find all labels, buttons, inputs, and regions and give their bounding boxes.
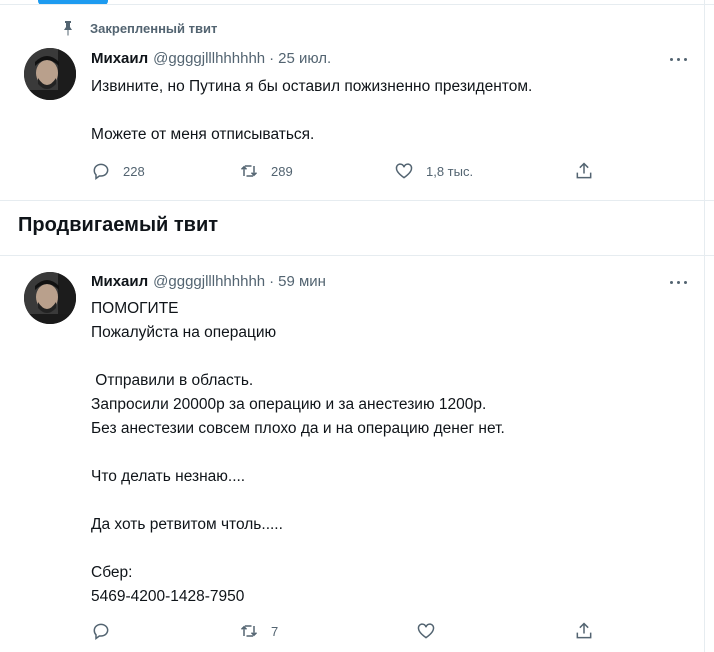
reply-button[interactable]: 228 xyxy=(91,161,145,181)
share-button[interactable] xyxy=(574,161,594,181)
share-icon xyxy=(576,622,592,639)
tweet-actions: 228 289 1,8 тыс. xyxy=(91,161,611,185)
tweet-actions: 7 xyxy=(91,621,611,645)
like-button[interactable]: 1,8 тыс. xyxy=(394,161,473,181)
column-border xyxy=(704,0,705,652)
top-bar xyxy=(0,0,714,8)
pinned-label: Закрепленный твит xyxy=(90,20,218,36)
avatar-image xyxy=(24,272,76,324)
retweet-count: 7 xyxy=(271,623,279,639)
tweet-divider xyxy=(0,200,714,201)
section-title: Продвигаемый твит xyxy=(18,214,219,236)
share-icon xyxy=(576,162,592,179)
tweet-text: Извините, но Путина я бы оставил пожизне… xyxy=(91,78,533,143)
separator: · xyxy=(269,50,275,67)
author-handle[interactable]: @ggggjlllhhhhhh xyxy=(153,50,265,67)
author-name[interactable]: Михаил xyxy=(91,50,148,67)
heart-icon xyxy=(395,163,413,179)
tweet-header: Михаил @ggggjlllhhhhhh · 59 мин xyxy=(91,273,326,290)
retweet-button[interactable]: 289 xyxy=(239,161,293,181)
pin-icon xyxy=(64,21,72,36)
heart-icon xyxy=(417,623,435,639)
tweet-text: ПОМОГИТЕ Пожалуйста на операцию Отправил… xyxy=(91,300,505,605)
like-count: 1,8 тыс. xyxy=(426,163,474,179)
reply-button[interactable] xyxy=(91,621,123,641)
tweet-header: Михаил @ggggjlllhhhhhh · 25 июл. xyxy=(91,50,331,67)
reply-count: 228 xyxy=(123,163,145,179)
timestamp[interactable]: 25 июл. xyxy=(278,50,331,67)
pinned-tweet-header: Закрепленный твит xyxy=(60,18,217,38)
retweet-icon xyxy=(240,625,258,637)
reply-icon xyxy=(93,163,109,180)
more-icon[interactable] xyxy=(668,278,690,288)
timestamp[interactable]: 59 мин xyxy=(278,273,326,290)
author-handle[interactable]: @ggggjlllhhhhhh xyxy=(153,273,265,290)
like-button[interactable] xyxy=(416,621,448,641)
reply-icon xyxy=(93,623,109,640)
top-divider xyxy=(0,4,714,5)
separator: · xyxy=(269,273,275,290)
retweet-button[interactable]: 7 xyxy=(239,621,278,641)
share-button[interactable] xyxy=(574,621,594,641)
avatar[interactable] xyxy=(24,48,76,100)
retweet-icon xyxy=(240,165,258,177)
avatar-image xyxy=(24,48,76,100)
avatar[interactable] xyxy=(24,272,76,324)
section-divider xyxy=(0,255,714,256)
more-icon[interactable] xyxy=(668,55,690,65)
retweet-count: 289 xyxy=(271,163,293,179)
author-name[interactable]: Михаил xyxy=(91,273,148,290)
